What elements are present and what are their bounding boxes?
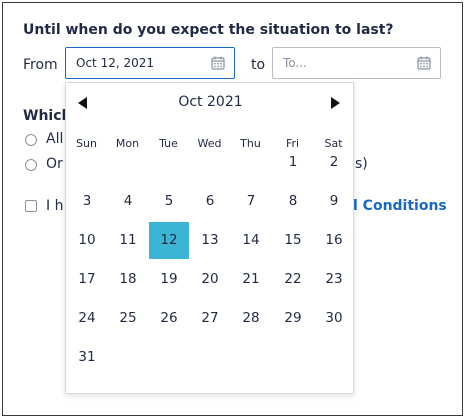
calendar-day[interactable]: 9 <box>314 183 354 220</box>
to-label: to <box>251 57 266 73</box>
form-panel: Until when do you expect the situation t… <box>2 2 463 416</box>
from-date-input[interactable]: Oct 12, 2021 <box>65 47 235 79</box>
calendar-day[interactable]: 26 <box>149 300 189 337</box>
calendar-day[interactable]: 13 <box>190 222 230 259</box>
to-date-placeholder: To... <box>283 56 307 70</box>
calendar-day[interactable]: 3 <box>67 183 107 220</box>
calendar-day[interactable]: 2 <box>314 144 354 181</box>
calendar-day[interactable]: 8 <box>273 183 313 220</box>
duration-question: Until when do you expect the situation t… <box>23 22 394 38</box>
from-date-value: Oct 12, 2021 <box>76 56 154 70</box>
date-picker-popup: Oct 2021 Sun Mon Tue Wed Thu Fri Sat 1 2 3 4 5 6 7 8 9 1… <box>65 82 354 394</box>
weekday-header: Wed <box>197 137 222 150</box>
calendar-day[interactable]: 4 <box>108 183 148 220</box>
calendar-icon[interactable] <box>417 56 431 70</box>
agree-label: I h <box>46 198 64 214</box>
option-or-label-tail: s) <box>355 156 368 172</box>
calendar-day[interactable]: 27 <box>190 300 230 337</box>
chevron-right-icon[interactable] <box>331 97 340 109</box>
calendar-day[interactable]: 14 <box>231 222 271 259</box>
calendar-day[interactable]: 1 <box>273 144 313 181</box>
weekday-header: Thu <box>240 137 261 150</box>
calendar-day[interactable]: 23 <box>314 261 354 298</box>
option-all-label: All <box>46 131 64 147</box>
calendar-day[interactable]: 7 <box>231 183 271 220</box>
calendar-day[interactable]: 11 <box>108 222 148 259</box>
option-or-label: Or <box>46 156 63 172</box>
calendar-day[interactable]: 5 <box>149 183 189 220</box>
calendar-day[interactable]: 29 <box>273 300 313 337</box>
calendar-day[interactable]: 16 <box>314 222 354 259</box>
calendar-day[interactable]: 22 <box>273 261 313 298</box>
calendar-day[interactable]: 25 <box>108 300 148 337</box>
calendar-day[interactable]: 28 <box>231 300 271 337</box>
calendar-day[interactable]: 31 <box>67 339 107 376</box>
calendar-day[interactable]: 6 <box>190 183 230 220</box>
calendar-day[interactable]: 20 <box>190 261 230 298</box>
calendar-day[interactable]: 21 <box>231 261 271 298</box>
calendar-day[interactable]: 17 <box>67 261 107 298</box>
calendar-day[interactable]: 19 <box>149 261 189 298</box>
from-label: From <box>23 57 58 73</box>
option-all-radio[interactable] <box>25 134 37 146</box>
option-or-radio[interactable] <box>25 159 37 171</box>
agree-checkbox[interactable] <box>25 200 37 212</box>
calendar-icon[interactable] <box>211 56 225 70</box>
weekday-header: Mon <box>115 137 140 150</box>
weekday-header: Sun <box>76 137 97 150</box>
calendar-day[interactable]: 18 <box>108 261 148 298</box>
chevron-left-icon[interactable] <box>78 97 87 109</box>
calendar-day[interactable]: 30 <box>314 300 354 337</box>
to-date-input[interactable]: To... <box>272 47 441 79</box>
calendar-day-selected[interactable]: 12 <box>149 222 189 259</box>
weekday-header: Tue <box>159 137 178 150</box>
terms-link[interactable]: l Conditions <box>353 198 447 214</box>
calendar-day[interactable]: 10 <box>67 222 107 259</box>
calendar-day[interactable]: 15 <box>273 222 313 259</box>
month-label: Oct 2021 <box>178 94 243 110</box>
calendar-day[interactable]: 24 <box>67 300 107 337</box>
